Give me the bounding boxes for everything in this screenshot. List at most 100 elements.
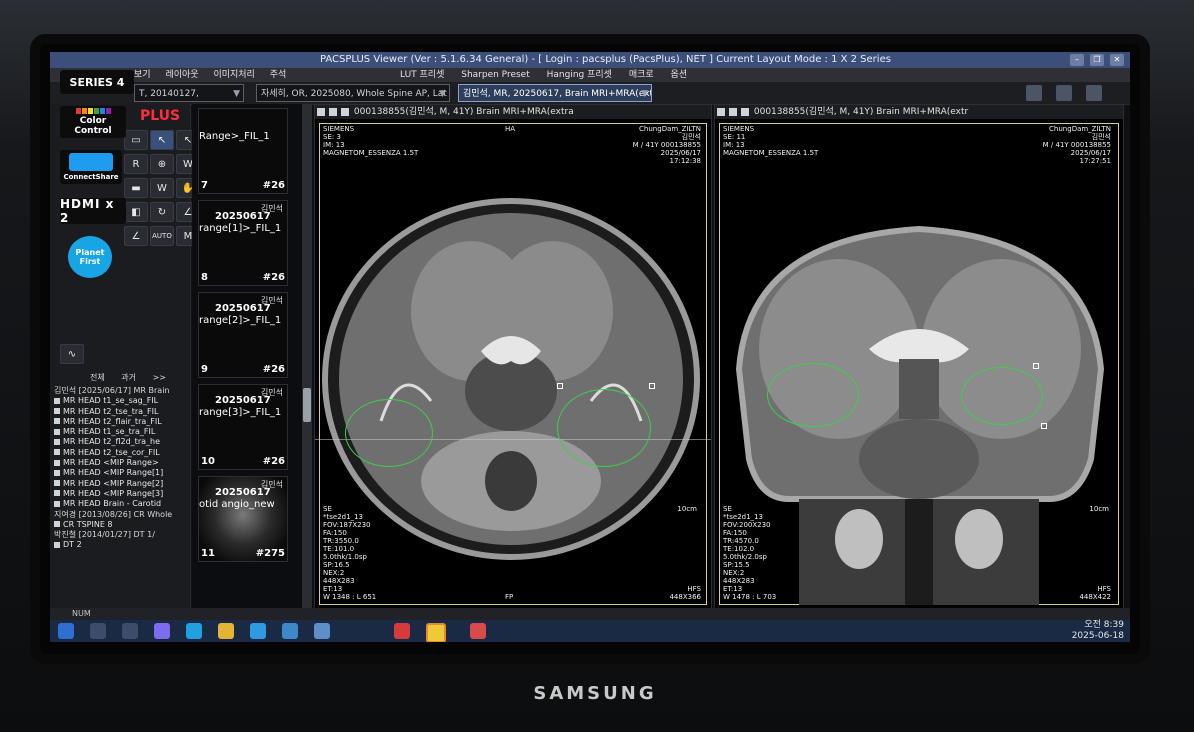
series-label: MR HEAD <MIP Range>: [63, 458, 159, 468]
series-row[interactable]: MR HEAD <MIP Range[1]: [50, 468, 190, 478]
series-icon: [54, 397, 60, 404]
shape-icon[interactable]: ∿: [60, 344, 84, 364]
viewport-layout-icon[interactable]: [741, 107, 749, 116]
thumbnail-date: 20250617: [215, 211, 271, 222]
overlay-line: TR:4570.0: [723, 537, 759, 545]
rotate-90-icon[interactable]: ↻: [150, 202, 174, 222]
series-label: MR HEAD t2_flair_tra_FIL: [63, 416, 162, 426]
connectshare-sticker: ConnectShare: [60, 150, 122, 184]
menu-hanging-preset[interactable]: Hanging 프리셋: [547, 70, 612, 80]
folder-icon[interactable]: ▭: [124, 130, 148, 150]
series-thumbnail[interactable]: Range>_FIL_1 7 #26: [198, 108, 288, 194]
roi-handle[interactable]: [557, 383, 563, 389]
menu-view[interactable]: 보기: [134, 68, 151, 82]
study-combo[interactable]: T, 20140127, ▼: [134, 84, 244, 102]
series-row[interactable]: MR HEAD t1_se_tra_FIL: [50, 427, 190, 437]
messenger-icon[interactable]: [250, 623, 266, 639]
roi-right-temporal[interactable]: [961, 367, 1043, 425]
minimize-button[interactable]: –: [1070, 54, 1084, 66]
flip-icon[interactable]: ◧: [124, 202, 148, 222]
roi-handle[interactable]: [1041, 423, 1047, 429]
overlay-line: FA:150: [723, 529, 747, 537]
menu-sharpen-preset[interactable]: Sharpen Preset: [461, 70, 530, 80]
chevron-down-icon: ▼: [641, 89, 648, 99]
series-row[interactable]: MR HEAD t2_tse_tra_FIL: [50, 407, 190, 417]
series-row[interactable]: MR HEAD <MIP Range[3]: [50, 489, 190, 499]
series-row[interactable]: MR HEAD t2_tse_cor_FIL: [50, 448, 190, 458]
edge-icon[interactable]: [186, 623, 202, 639]
list-icon[interactable]: [1056, 85, 1072, 101]
color-bars-icon: [75, 108, 111, 114]
close-button[interactable]: ✕: [1110, 54, 1124, 66]
rotate-icon[interactable]: R: [124, 154, 148, 174]
series-row[interactable]: MR HEAD t2_flair_tra_FIL: [50, 417, 190, 427]
kakaotalk-icon[interactable]: [426, 623, 446, 642]
orientation-top: HA: [505, 125, 516, 133]
pacs-app-icon[interactable]: [394, 623, 410, 639]
tab-all[interactable]: 전체: [90, 373, 105, 382]
roi-left-temporal[interactable]: [767, 363, 859, 427]
series-row[interactable]: DT 2: [50, 540, 190, 550]
series-row[interactable]: MR HEAD t1_se_sag_FIL: [50, 396, 190, 406]
grid-icon[interactable]: [1086, 85, 1102, 101]
auto-icon[interactable]: AUTO: [150, 226, 174, 246]
globe-icon[interactable]: [282, 623, 298, 639]
menu-image-processing[interactable]: 이미지처리: [213, 68, 254, 82]
tab-past[interactable]: 과거: [121, 373, 136, 382]
active-study-combo[interactable]: 김민석, MR, 20250617, Brain MRI+MRA(extracr…: [458, 84, 652, 102]
cursor-icon[interactable]: ↖: [150, 130, 174, 150]
series-row[interactable]: MR HEAD <MIP Range[2]: [50, 479, 190, 489]
angle2-icon[interactable]: ∠: [124, 226, 148, 246]
series-thumbnail[interactable]: 김민석 20250617 otid angio_new 11 #275: [198, 476, 288, 562]
patient-study-row[interactable]: 지여경 [2013/08/26] CR Whole: [50, 510, 190, 520]
viewport-menu-icon[interactable]: [317, 107, 325, 116]
thumbnail-scrollbar[interactable]: [302, 104, 312, 610]
file-explorer-icon[interactable]: [218, 623, 234, 639]
series-row[interactable]: MR HEAD Brain - Carotid: [50, 499, 190, 509]
series-thumbnail[interactable]: 김민석 20250617 range[2]>_FIL_1 9 #26: [198, 292, 288, 378]
series-row[interactable]: MR HEAD t2_fl2d_tra_he: [50, 437, 190, 447]
overlay-line: M / 41Y 000138855: [632, 141, 701, 149]
viewport-sync-icon[interactable]: [729, 107, 737, 116]
start-icon[interactable]: [58, 623, 74, 639]
viewport-sync-icon[interactable]: [329, 107, 337, 116]
menu-layout[interactable]: 레이아웃: [165, 68, 198, 82]
scrollbar-thumb[interactable]: [303, 388, 311, 422]
menu-macro[interactable]: 매크로: [629, 70, 654, 80]
num-lock-indicator: NUM: [72, 609, 91, 618]
series-label: MR HEAD <MIP Range[2]: [63, 478, 164, 488]
search-icon[interactable]: [90, 623, 106, 639]
task-view-icon[interactable]: [122, 623, 138, 639]
roi-right-temporal[interactable]: [557, 389, 651, 467]
copilot-icon[interactable]: [154, 623, 170, 639]
tab-more[interactable]: >>: [153, 373, 166, 382]
viewport-coronal[interactable]: 000138855(김민석, M, 41Y) Brain MRI+MRA(ext…: [714, 104, 1124, 610]
wl-icon[interactable]: W: [150, 178, 174, 198]
series-list: 김민석 [2025/06/17] MR Brain MR HEAD t1_se_s…: [50, 386, 190, 551]
overlay-line: NEX:2: [323, 569, 345, 577]
menu-annotation[interactable]: 주석: [270, 68, 287, 82]
layout-icon[interactable]: [1026, 85, 1042, 101]
viewport-axial[interactable]: 000138855(김민석, M, 41Y) Brain MRI+MRA(ext…: [314, 104, 712, 610]
series-row[interactable]: MR HEAD <MIP Range>: [50, 458, 190, 468]
menu-lut-preset[interactable]: LUT 프리셋: [400, 70, 444, 80]
patient-study-row[interactable]: 김민석 [2025/06/17] MR Brain: [50, 386, 190, 396]
series-row[interactable]: CR TSPINE 8: [50, 520, 190, 530]
measure-icon[interactable]: ▬: [124, 178, 148, 198]
app-icon[interactable]: [470, 623, 486, 639]
roi-handle[interactable]: [649, 383, 655, 389]
roi-handle[interactable]: [1033, 363, 1039, 369]
roi-left-temporal[interactable]: [345, 399, 433, 467]
user-icon[interactable]: [314, 623, 330, 639]
overlay-top-right: ChungDam_ZILTN 김민석 M / 41Y 000138855 2025/0…: [1043, 125, 1111, 165]
patient-study-row[interactable]: 박진철 [2014/01/27] DT 1/: [50, 530, 190, 540]
zoom-icon[interactable]: ⊕: [150, 154, 174, 174]
viewport-layout-icon[interactable]: [341, 107, 349, 116]
menu-options[interactable]: 옵션: [671, 70, 688, 80]
restore-button[interactable]: ❐: [1090, 54, 1104, 66]
overlay-top-right: ChungDam_ZILTN 김민석 M / 41Y 000138855 2025/0…: [633, 125, 701, 165]
viewport-menu-icon[interactable]: [717, 107, 725, 116]
series-thumbnail[interactable]: 김민석 20250617 range[3]>_FIL_1 10 #26: [198, 384, 288, 470]
series-thumbnail[interactable]: 김민석 20250617 range[1]>_FIL_1 8 #26: [198, 200, 288, 286]
series-combo[interactable]: 자세히, OR, 2025080, Whole Spine AP, Lat (S…: [256, 84, 450, 102]
